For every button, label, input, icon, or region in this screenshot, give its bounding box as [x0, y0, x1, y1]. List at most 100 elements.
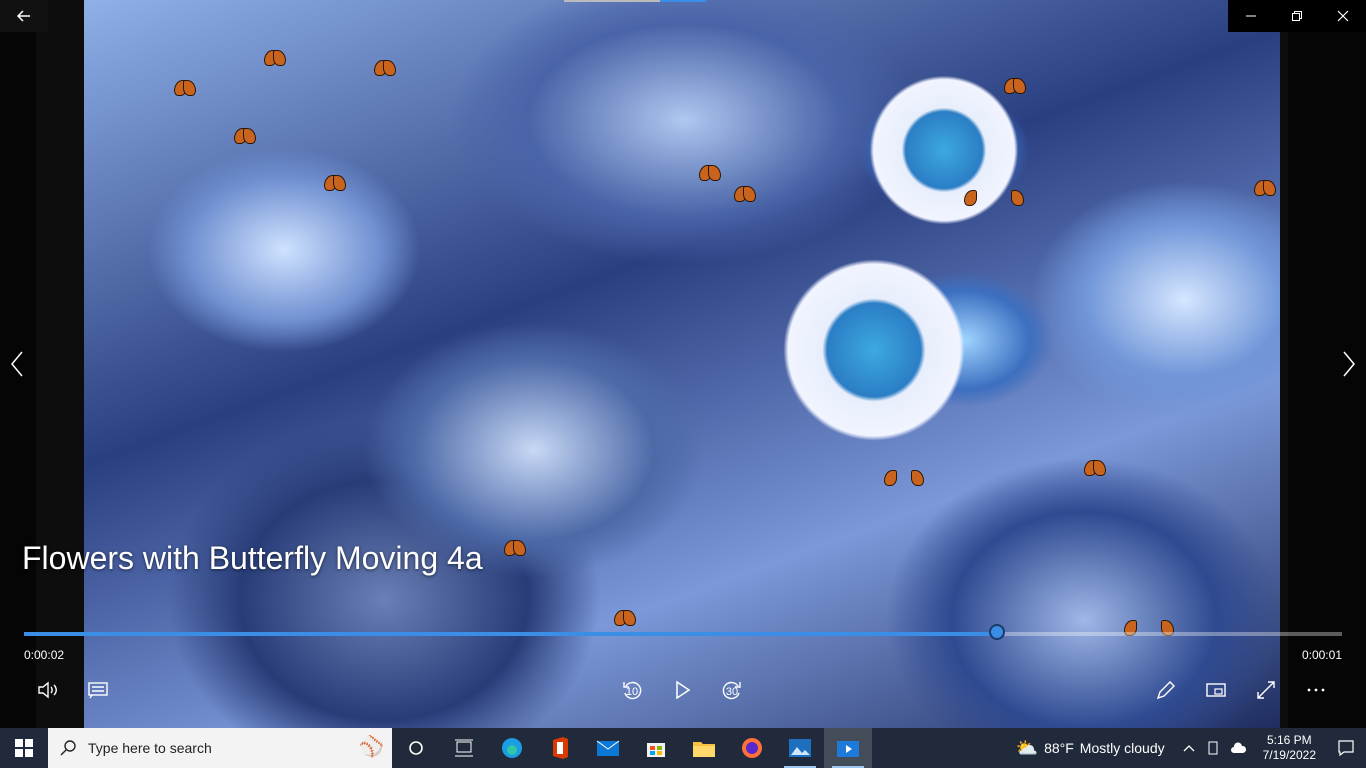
- edge-browser-icon: [502, 738, 522, 758]
- subtitles-button[interactable]: [78, 672, 118, 708]
- task-view-icon: [455, 739, 473, 757]
- seek-bar-progress: [24, 632, 997, 636]
- volume-button[interactable]: [28, 672, 68, 708]
- mini-view-icon: [1206, 683, 1226, 697]
- butterfly: [374, 60, 396, 76]
- weather-widget[interactable]: ⛅ 88°F Mostly cloudy: [1016, 738, 1177, 759]
- office-icon: [553, 737, 568, 759]
- video-frame[interactable]: [84, 0, 1280, 728]
- taskbar-clock[interactable]: 5:16 PM 7/19/2022: [1253, 733, 1326, 763]
- media-player: Flowers with Butterfly Moving 4a 0:00:02…: [0, 0, 1366, 728]
- skip-back-label: 10: [625, 686, 639, 698]
- butterfly: [174, 80, 196, 96]
- mail-icon: [596, 740, 620, 756]
- chevron-right-icon: [1343, 351, 1355, 377]
- taskbar-video-editor[interactable]: [824, 728, 872, 768]
- skip-back-button[interactable]: 10: [612, 672, 652, 708]
- remaining-time: 0:00:01: [1301, 648, 1342, 662]
- restore-icon: [1292, 11, 1302, 21]
- elapsed-time: 0:00:02: [24, 648, 65, 662]
- play-button[interactable]: [662, 672, 702, 708]
- daisy-flower: [754, 250, 994, 450]
- taskbar-edge[interactable]: [488, 728, 536, 768]
- butterfly: [699, 165, 721, 181]
- taskbar-search-box[interactable]: Type here to search ⚾: [48, 728, 392, 768]
- butterfly: [1004, 78, 1026, 94]
- chevron-up-icon: [1183, 745, 1195, 752]
- taskbar-store[interactable]: [632, 728, 680, 768]
- search-highlight-icon: ⚾: [359, 736, 384, 758]
- cortana-button[interactable]: [392, 728, 440, 768]
- top-strip: [564, 0, 660, 2]
- taskbar-mail[interactable]: [584, 728, 632, 768]
- fullscreen-icon: [1257, 681, 1275, 699]
- butterfly: [1254, 180, 1276, 196]
- clock-time: 5:16 PM: [1266, 733, 1312, 747]
- back-button[interactable]: [0, 0, 48, 32]
- video-editor-icon: [837, 741, 859, 757]
- weather-temperature: 88°F: [1044, 740, 1074, 756]
- taskbar-photos[interactable]: [776, 728, 824, 768]
- firefox-icon: [742, 738, 762, 758]
- cloudy-icon: ⛅: [1015, 737, 1039, 758]
- chevron-left-icon: [11, 351, 23, 377]
- cortana-circle-icon: [409, 741, 423, 755]
- back-arrow-icon: [16, 10, 30, 22]
- window-controls: [1228, 0, 1366, 32]
- notifications-button[interactable]: [1326, 739, 1366, 757]
- skip-forward-label: 30: [725, 686, 739, 698]
- taskbar: Type here to search ⚾ ⛅ 88°F Mostly clou…: [0, 728, 1366, 768]
- cloud-icon: [1230, 742, 1246, 753]
- letterbox-left: [36, 0, 84, 728]
- more-options-button[interactable]: [1296, 672, 1336, 708]
- start-button[interactable]: [0, 728, 48, 768]
- device-icon: [1208, 741, 1218, 755]
- show-hidden-icons-button[interactable]: [1177, 728, 1201, 768]
- task-view-button[interactable]: [440, 728, 488, 768]
- video-title: Flowers with Butterfly Moving 4a: [22, 540, 483, 576]
- seek-bar[interactable]: [24, 624, 1342, 640]
- search-icon: [60, 740, 76, 756]
- photos-icon: [789, 739, 811, 757]
- butterfly: [614, 610, 636, 626]
- skip-forward-button[interactable]: 30: [712, 672, 752, 708]
- top-strip-active: [660, 0, 706, 2]
- butterfly: [324, 175, 346, 191]
- search-placeholder: Type here to search: [88, 740, 212, 756]
- notification-icon: [1338, 740, 1354, 757]
- next-button[interactable]: [1334, 348, 1364, 380]
- taskbar-file-explorer[interactable]: [680, 728, 728, 768]
- butterfly: [504, 540, 526, 556]
- butterfly: [964, 190, 1024, 226]
- store-icon: [647, 743, 665, 757]
- volume-icon: [38, 681, 57, 699]
- butterfly: [234, 128, 256, 144]
- pen-icon: [1156, 681, 1175, 700]
- previous-button[interactable]: [2, 348, 32, 380]
- minimize-button[interactable]: [1228, 0, 1274, 32]
- butterfly: [1084, 460, 1106, 476]
- fullscreen-button[interactable]: [1246, 672, 1286, 708]
- subtitles-icon: [88, 682, 108, 699]
- windows-logo-icon: [15, 739, 33, 757]
- taskbar-office[interactable]: [536, 728, 584, 768]
- mini-view-button[interactable]: [1196, 672, 1236, 708]
- tray-device-button[interactable]: [1201, 728, 1225, 768]
- butterfly: [884, 470, 924, 540]
- weather-description: Mostly cloudy: [1079, 740, 1165, 756]
- butterfly: [734, 186, 756, 202]
- minimize-icon: [1246, 15, 1256, 17]
- restore-button[interactable]: [1274, 0, 1320, 32]
- onedrive-button[interactable]: [1225, 728, 1253, 768]
- close-icon: [1337, 10, 1349, 22]
- system-tray: ⛅ 88°F Mostly cloudy 5:16 PM 7/19/2022: [1016, 728, 1366, 768]
- letterbox-right: [1280, 0, 1288, 728]
- butterfly: [264, 50, 286, 66]
- taskbar-firefox[interactable]: [728, 728, 776, 768]
- folder-icon: [693, 742, 715, 757]
- clock-date: 7/19/2022: [1262, 748, 1316, 762]
- seek-thumb[interactable]: [988, 624, 1005, 640]
- play-icon: [676, 680, 691, 700]
- edit-button[interactable]: [1146, 672, 1186, 708]
- close-button[interactable]: [1320, 0, 1366, 32]
